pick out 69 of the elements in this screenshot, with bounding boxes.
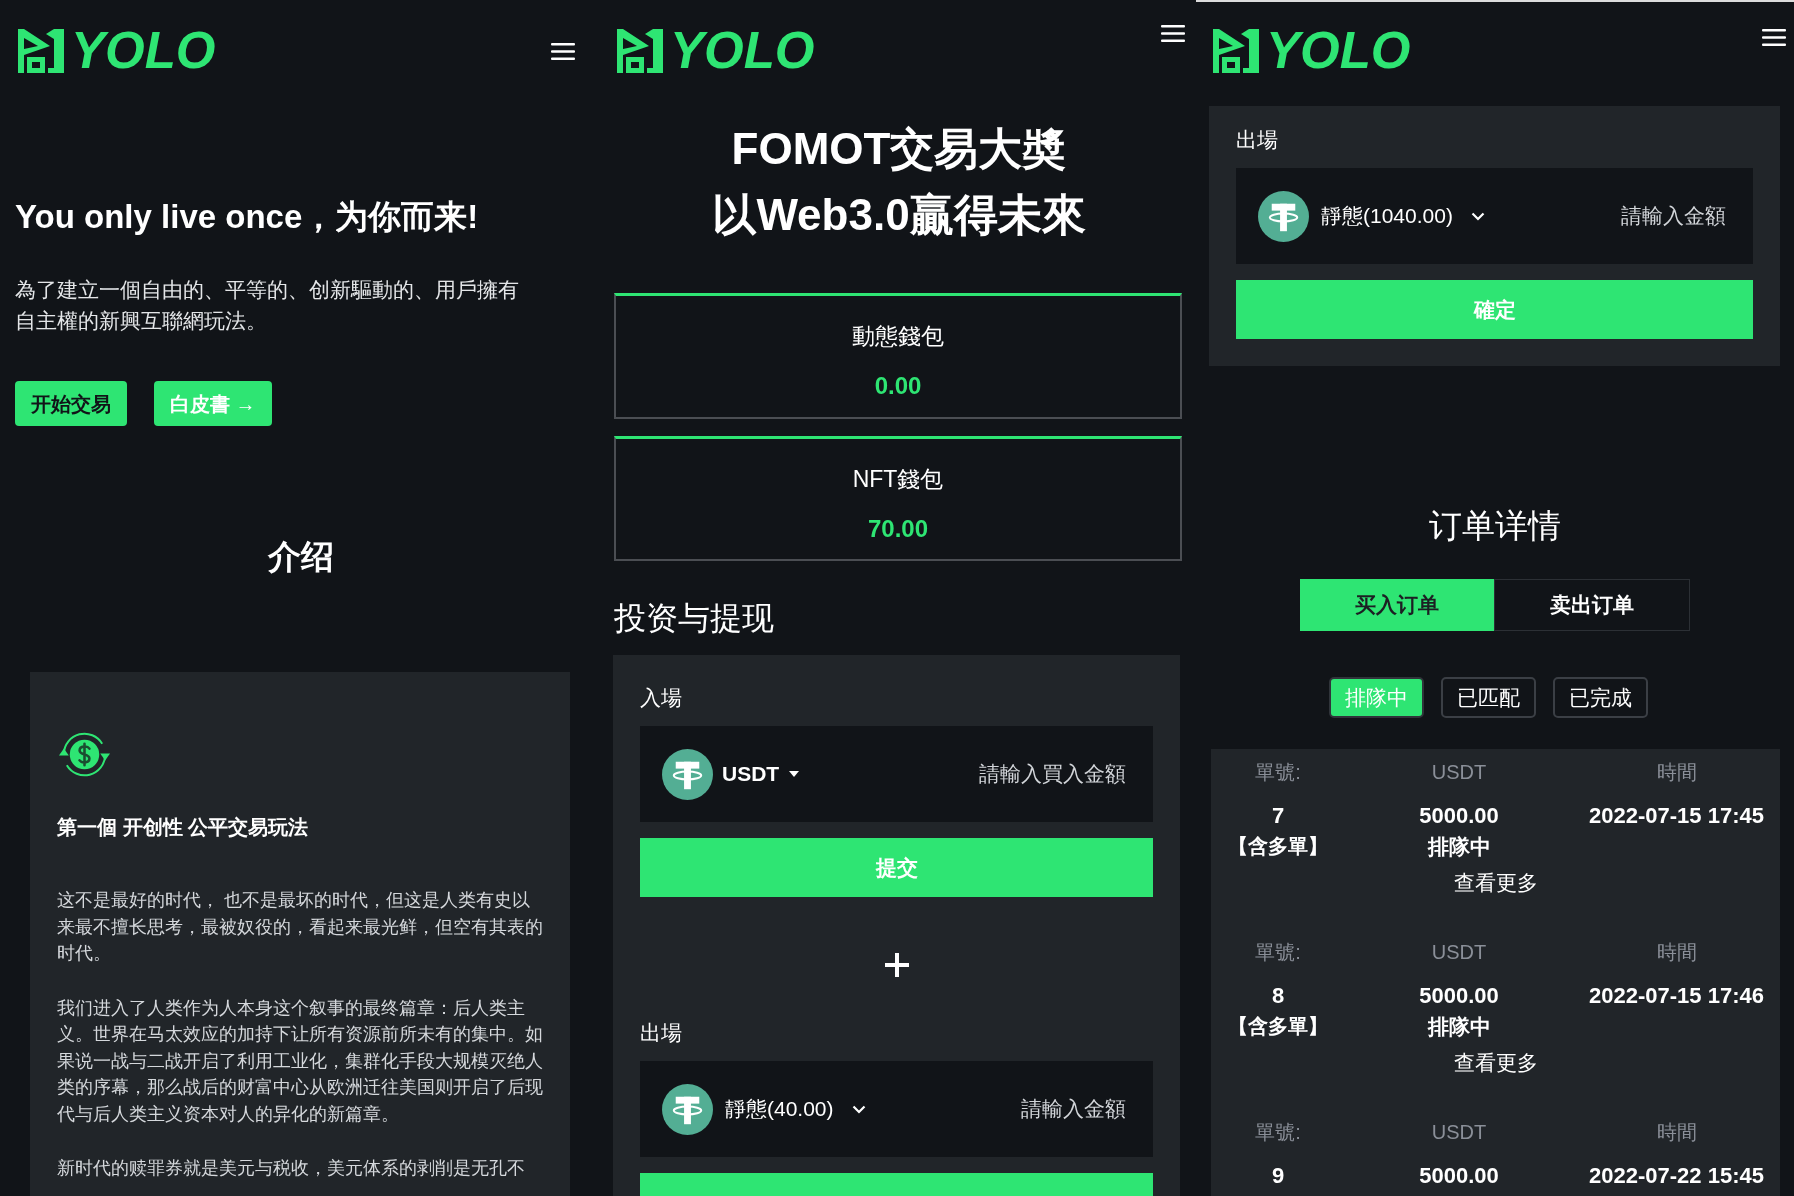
column-label: 時間 bbox=[1656, 1120, 1697, 1145]
logo-icon bbox=[617, 29, 663, 73]
column-label: 單號: bbox=[1255, 1120, 1301, 1145]
chevron-down-icon bbox=[851, 1104, 866, 1114]
wallet-label: 動態錢包 bbox=[852, 322, 944, 351]
column-label: 單號: bbox=[1255, 940, 1301, 965]
hero-description: 為了建立一個自由的、平等的、创新驅動的、用戶擁有自主權的新興互聯網玩法。 bbox=[15, 277, 520, 334]
menu-icon[interactable] bbox=[1762, 29, 1786, 46]
order-time: 2022-07-22 15:45 bbox=[1589, 1162, 1764, 1190]
logo-text: YOLO bbox=[670, 29, 815, 73]
menu-icon[interactable] bbox=[551, 43, 575, 60]
hero-title: You only live once，为你而来! bbox=[15, 197, 479, 237]
feature-paragraph: 新时代的赎罪券就是美元与税收，美元体系的剥削是无孔不 bbox=[57, 1157, 525, 1180]
plus-icon[interactable] bbox=[884, 953, 909, 977]
feature-title: 第一個 开创性 公平交易玩法 bbox=[57, 815, 309, 840]
view-more-link[interactable]: 查看更多 bbox=[1453, 1050, 1538, 1076]
token-selector[interactable]: 靜態(1040.00) bbox=[1258, 190, 1485, 242]
logo-text: YOLO bbox=[71, 29, 216, 73]
wallet-label: NFT錢包 bbox=[852, 465, 944, 494]
logo-icon bbox=[1213, 29, 1259, 73]
amount-input[interactable]: 請輸入買入金額 bbox=[811, 758, 1126, 790]
filter-chip[interactable]: 已匹配 bbox=[1440, 677, 1536, 718]
wallet-amount: 70.00 bbox=[867, 514, 929, 544]
tab[interactable]: 买入订单 bbox=[1300, 579, 1494, 631]
order-number: 8 bbox=[1271, 982, 1285, 1010]
amount-input[interactable]: 請輸入金額 bbox=[877, 1093, 1126, 1125]
column-label: 時間 bbox=[1656, 760, 1697, 785]
order-amount: 5000.00 bbox=[1419, 1162, 1499, 1190]
section-label: 入場 bbox=[640, 685, 682, 711]
order-time: 2022-07-15 17:46 bbox=[1589, 982, 1764, 1010]
logo-text: YOLO bbox=[1266, 29, 1411, 73]
column-label: USDT bbox=[1431, 1120, 1487, 1145]
primary-button[interactable]: 开始交易 bbox=[15, 381, 127, 426]
coin-icon bbox=[662, 1083, 713, 1135]
logo-icon bbox=[18, 29, 64, 73]
tab[interactable]: 卖出订单 bbox=[1494, 579, 1690, 631]
order-number: 9 bbox=[1271, 1162, 1285, 1190]
column-label: USDT bbox=[1431, 760, 1487, 785]
order-status: 排隊中 bbox=[1427, 834, 1491, 860]
order-status: 排隊中 bbox=[1427, 1014, 1491, 1040]
order-tag: 【含多單】 bbox=[1228, 831, 1328, 862]
filter-chip[interactable]: 已完成 bbox=[1552, 677, 1648, 718]
section-title: 介绍 bbox=[268, 537, 334, 577]
token-selector[interactable]: 靜態(40.00) bbox=[662, 1083, 866, 1135]
order-amount: 5000.00 bbox=[1419, 802, 1499, 830]
order-tag: 【含多單】 bbox=[1228, 1011, 1328, 1042]
promo-title: 以Web3.0贏得未來 bbox=[712, 189, 1086, 241]
section-title: 订单详情 bbox=[1429, 506, 1561, 546]
order-amount: 5000.00 bbox=[1419, 982, 1499, 1010]
wallet-amount: 0.00 bbox=[874, 371, 922, 401]
view-more-link[interactable]: 查看更多 bbox=[1453, 870, 1538, 896]
chevron-down-icon bbox=[1470, 211, 1485, 221]
feature-paragraph: 这不是最好的时代， 也不是最坏的时代，但这是人类有史以来最不擅长思考，最被奴役的，看起来最光鲜，但空有其表的时代。 bbox=[57, 889, 544, 965]
order-time: 2022-07-15 17:45 bbox=[1589, 802, 1764, 830]
column-label: USDT bbox=[1431, 940, 1487, 965]
token-selector[interactable]: USDT bbox=[662, 748, 800, 800]
caret-icon bbox=[789, 771, 800, 777]
coin-icon bbox=[1258, 190, 1309, 242]
amount-input[interactable]: 請輸入金額 bbox=[1496, 200, 1726, 232]
feature-paragraph: 我们进入了人类作为人本身这个叙事的最终篇章：后人类主义。世界在马太效应的加持下让所有资源前所未有的集中。如果说一战与二战开启了利用工业化，集群化手段大规模灭绝人类的序幕，那么战后的财富中心从欧洲迁往美国则开启了后现代与后人类主义资本对人的异化的新篇章。 bbox=[57, 996, 544, 1126]
section-title: 投资与提现 bbox=[614, 599, 774, 638]
order-number: 7 bbox=[1271, 802, 1285, 830]
column-label: 單號: bbox=[1255, 760, 1301, 785]
section-label: 出場 bbox=[1236, 127, 1278, 153]
coin-icon bbox=[662, 748, 713, 800]
column-label: 時間 bbox=[1656, 940, 1697, 965]
section-label: 出場 bbox=[640, 1020, 682, 1046]
promo-title: FOMOT交易大奬 bbox=[731, 123, 1067, 175]
menu-icon[interactable] bbox=[1161, 25, 1185, 42]
